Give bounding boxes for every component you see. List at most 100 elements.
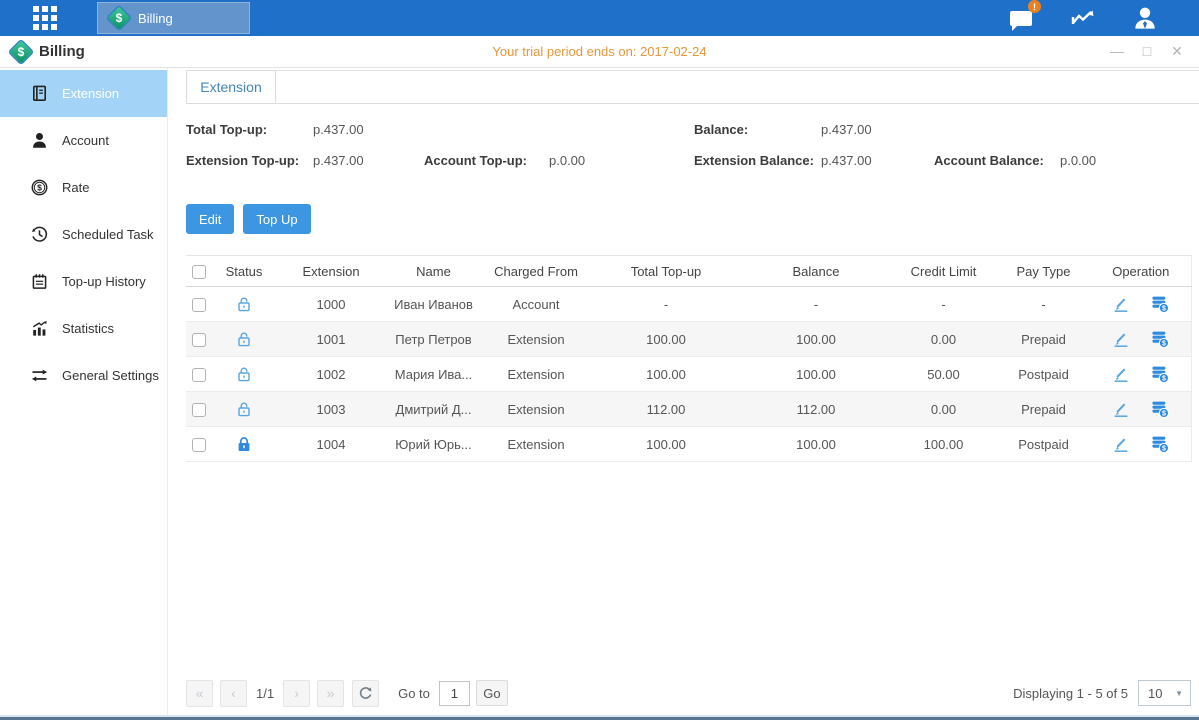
cell-extension: 1003 xyxy=(276,392,386,427)
lock-status-icon xyxy=(234,365,254,380)
edit-row-icon[interactable] xyxy=(1111,364,1131,384)
tab-extension[interactable]: Extension xyxy=(186,70,276,103)
row-checkbox[interactable] xyxy=(192,403,206,417)
taskbar-tab-billing[interactable]: $ Billing xyxy=(97,2,250,34)
sidebar-item-scheduled-task[interactable]: Scheduled Task xyxy=(0,211,167,258)
edit-row-icon[interactable] xyxy=(1111,329,1131,349)
next-page-button[interactable]: › xyxy=(283,680,310,707)
col-pay-type: Pay Type xyxy=(996,256,1091,287)
svg-text:$: $ xyxy=(1162,445,1166,452)
maximize-icon[interactable]: □ xyxy=(1139,43,1155,60)
cell-charged-from: Account xyxy=(481,287,591,322)
person-icon xyxy=(1132,5,1158,31)
goto-label: Go to xyxy=(398,686,430,701)
line-chart-icon xyxy=(1070,6,1096,30)
tab-bar: Extension xyxy=(186,70,1199,104)
sidebar-item-general-settings[interactable]: General Settings xyxy=(0,352,167,399)
table-header-row: Status Extension Name Charged From Total… xyxy=(186,256,1191,287)
billing-dollar-icon: $ xyxy=(108,7,130,29)
notification-badge: ! xyxy=(1028,0,1041,13)
cell-total-topup: 100.00 xyxy=(591,357,741,392)
page-size-value: 10 xyxy=(1148,686,1162,701)
tab-bar-filler xyxy=(276,70,1199,104)
trial-notice: Your trial period ends on: 2017-02-24 xyxy=(0,44,1199,59)
cell-pay-type: Postpaid xyxy=(996,357,1091,392)
account-balance-value: p.0.00 xyxy=(1060,153,1096,168)
col-operation: Operation xyxy=(1091,256,1191,287)
cell-pay-type: Postpaid xyxy=(996,427,1091,462)
cell-total-topup: - xyxy=(591,287,741,322)
goto-page-input[interactable] xyxy=(439,681,470,706)
top-up-row-icon[interactable]: $ xyxy=(1150,294,1170,314)
select-all-checkbox[interactable] xyxy=(192,265,206,279)
cell-credit-limit: 0.00 xyxy=(891,392,996,427)
sidebar-item-label: Rate xyxy=(62,180,89,195)
svg-text:$: $ xyxy=(1162,340,1166,347)
page-indicator: 1/1 xyxy=(256,686,274,701)
cell-extension: 1002 xyxy=(276,357,386,392)
sidebar-item-account[interactable]: Account xyxy=(0,117,167,164)
taskbar: $ Billing ! xyxy=(0,0,1199,36)
prev-page-button[interactable]: ‹ xyxy=(220,680,247,707)
col-credit-limit: Credit Limit xyxy=(891,256,996,287)
cell-credit-limit: 0.00 xyxy=(891,322,996,357)
extension-table: Status Extension Name Charged From Total… xyxy=(186,255,1192,462)
user-account-icon[interactable] xyxy=(1131,4,1159,32)
top-up-row-icon[interactable]: $ xyxy=(1150,364,1170,384)
cell-credit-limit: 50.00 xyxy=(891,357,996,392)
refresh-button[interactable] xyxy=(352,680,379,707)
main-content: Extension Total Top-up: p.437.00 Balance… xyxy=(168,68,1199,720)
app-launcher-grid-icon[interactable] xyxy=(33,6,57,30)
resource-monitor-icon[interactable] xyxy=(1069,4,1097,32)
lock-status-icon xyxy=(234,295,254,310)
extension-topup-value: p.437.00 xyxy=(313,153,364,168)
edit-row-icon[interactable] xyxy=(1111,434,1131,454)
pagination-bar: « ‹ 1/1 › » Go to Go Displaying 1 - 5 of… xyxy=(186,676,1191,710)
bar-chart-icon xyxy=(30,319,49,338)
cell-credit-limit: - xyxy=(891,287,996,322)
top-up-row-icon[interactable]: $ xyxy=(1150,399,1170,419)
cell-charged-from: Extension xyxy=(481,427,591,462)
cell-balance: 100.00 xyxy=(741,322,891,357)
cell-credit-limit: 100.00 xyxy=(891,427,996,462)
minimize-icon[interactable]: — xyxy=(1109,43,1125,60)
total-topup-label: Total Top-up: xyxy=(186,122,267,137)
row-checkbox[interactable] xyxy=(192,333,206,347)
taskbar-tab-label: Billing xyxy=(138,11,173,26)
row-checkbox[interactable] xyxy=(192,298,206,312)
account-topup-value: p.0.00 xyxy=(549,153,585,168)
edit-row-icon[interactable] xyxy=(1111,294,1131,314)
sidebar-item-rate[interactable]: $ Rate xyxy=(0,164,167,211)
sidebar-item-extension[interactable]: Extension xyxy=(0,70,167,117)
page-size-select[interactable]: 10 ▼ xyxy=(1138,680,1191,706)
svg-text:$: $ xyxy=(1162,410,1166,417)
sidebar-item-label: General Settings xyxy=(62,368,159,383)
close-icon[interactable]: ✕ xyxy=(1169,43,1185,60)
top-up-row-icon[interactable]: $ xyxy=(1150,329,1170,349)
edit-button[interactable]: Edit xyxy=(186,204,234,234)
go-button[interactable]: Go xyxy=(476,680,508,706)
refresh-icon xyxy=(358,686,373,701)
row-checkbox[interactable] xyxy=(192,438,206,452)
lock-status-icon xyxy=(234,435,254,450)
table-row: 1001 Петр Петров Extension 100.00 100.00… xyxy=(186,322,1191,357)
cell-charged-from: Extension xyxy=(481,322,591,357)
messages-icon[interactable]: ! xyxy=(1007,4,1035,32)
dollar-circle-icon: $ xyxy=(30,178,49,197)
extension-topup-label: Extension Top-up: xyxy=(186,153,299,168)
sidebar-item-statistics[interactable]: Statistics xyxy=(0,305,167,352)
row-checkbox[interactable] xyxy=(192,368,206,382)
cell-balance: 112.00 xyxy=(741,392,891,427)
first-page-button[interactable]: « xyxy=(186,680,213,707)
top-up-row-icon[interactable]: $ xyxy=(1150,434,1170,454)
sidebar-item-topup-history[interactable]: Top-up History xyxy=(0,258,167,305)
sidebar-item-label: Scheduled Task xyxy=(62,227,154,242)
top-up-button[interactable]: Top Up xyxy=(243,204,310,234)
col-total-topup: Total Top-up xyxy=(591,256,741,287)
edit-row-icon[interactable] xyxy=(1111,399,1131,419)
cell-balance: 100.00 xyxy=(741,357,891,392)
last-page-button[interactable]: » xyxy=(317,680,344,707)
cell-charged-from: Extension xyxy=(481,392,591,427)
lock-status-icon xyxy=(234,400,254,415)
cell-charged-from: Extension xyxy=(481,357,591,392)
